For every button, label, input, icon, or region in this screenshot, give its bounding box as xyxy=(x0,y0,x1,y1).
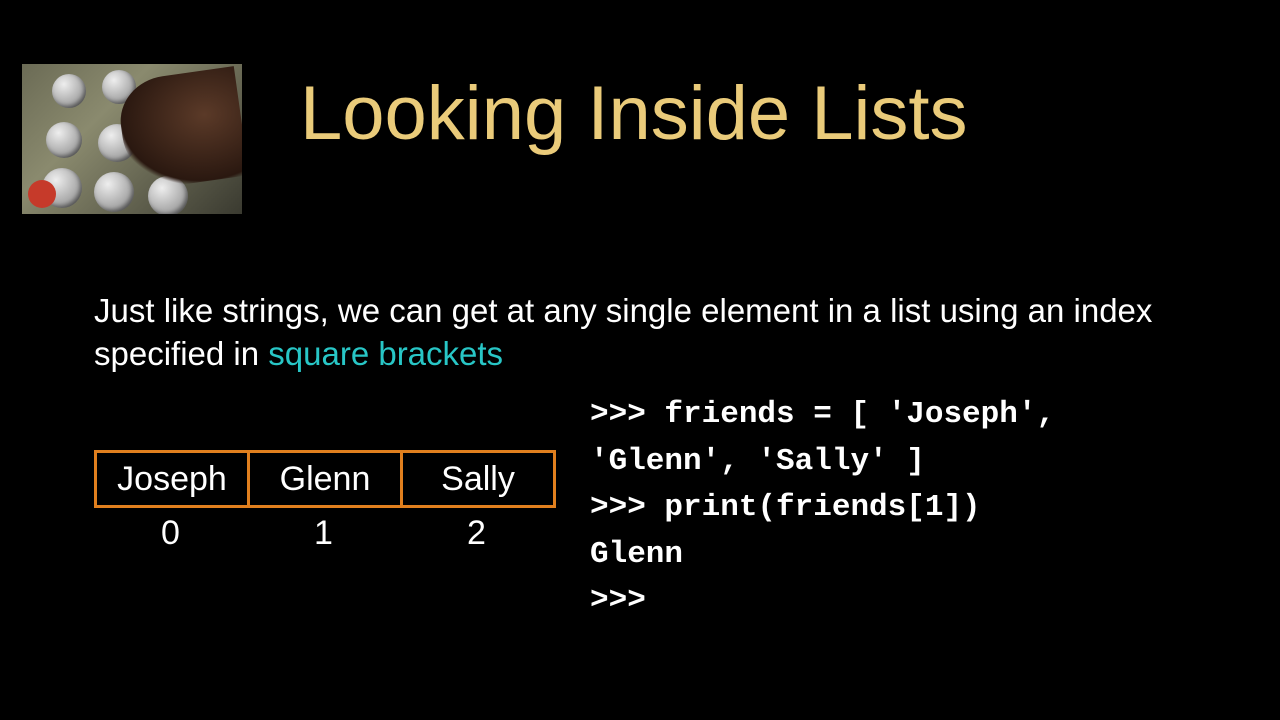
list-index: 0 xyxy=(94,514,247,553)
list-cells: Joseph Glenn Sally xyxy=(94,450,556,508)
list-index: 2 xyxy=(400,514,553,553)
body-text-main: Just like strings, we can get at any sin… xyxy=(94,292,1152,372)
code-line: >>> print(friends[1]) xyxy=(590,490,981,525)
list-index: 1 xyxy=(247,514,400,553)
slide-title: Looking Inside Lists xyxy=(300,70,968,157)
list-indices: 0 1 2 xyxy=(94,514,556,553)
list-cell: Glenn xyxy=(250,453,403,505)
slide: Looking Inside Lists Just like strings, … xyxy=(0,0,1280,720)
code-line: 'Glenn', 'Sally' ] xyxy=(590,444,925,479)
code-line: Glenn xyxy=(590,537,683,572)
list-cell: Joseph xyxy=(97,453,250,505)
list-diagram: Joseph Glenn Sally 0 1 2 xyxy=(94,450,556,553)
code-line: >>> friends = [ 'Joseph', xyxy=(590,397,1055,432)
list-cell: Sally xyxy=(403,453,553,505)
body-text-highlight: square brackets xyxy=(268,335,503,372)
slide-body-text: Just like strings, we can get at any sin… xyxy=(94,290,1220,376)
code-block: >>> friends = [ 'Joseph', 'Glenn', 'Sall… xyxy=(590,392,1055,625)
code-line: >>> xyxy=(590,583,646,618)
slide-thumbnail-image xyxy=(22,64,242,214)
